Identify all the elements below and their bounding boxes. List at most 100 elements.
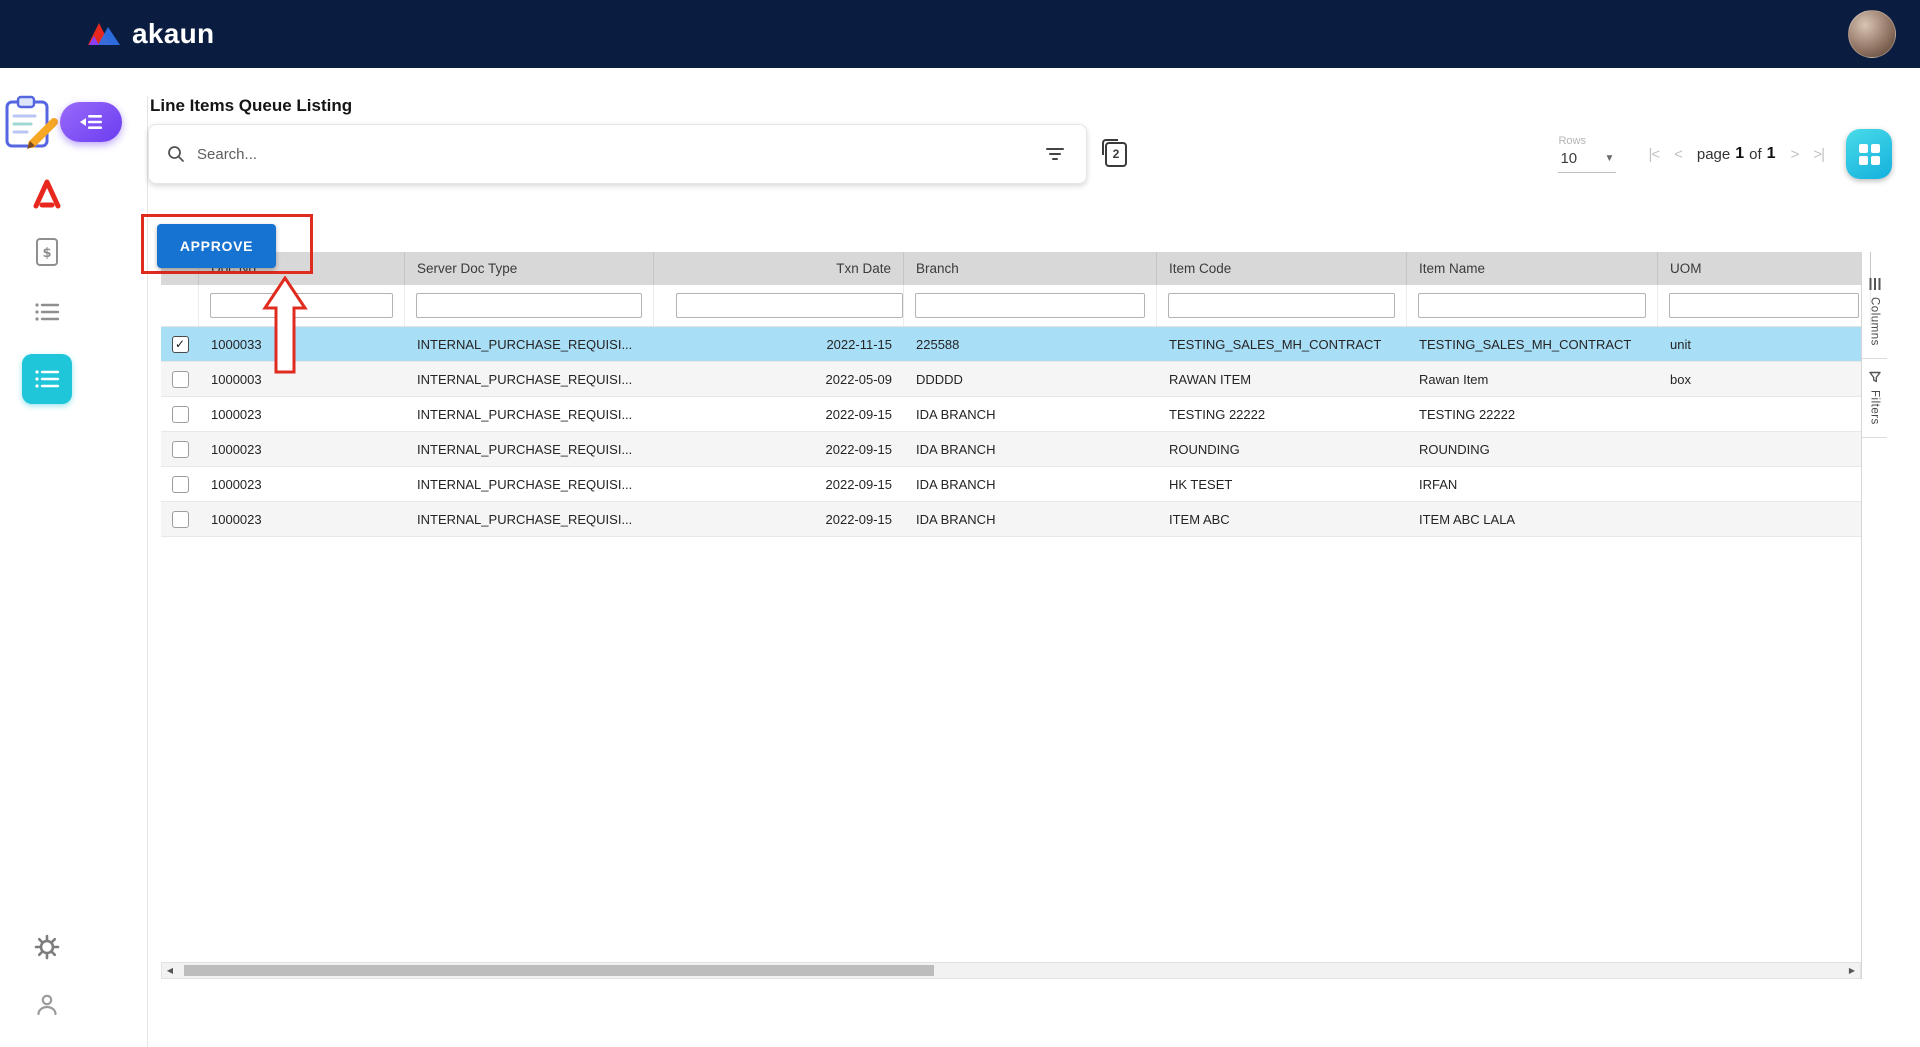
page-indicator: page 1 of 1	[1697, 145, 1776, 163]
pages-icon[interactable]: 2	[1105, 142, 1127, 167]
table-cell: DDDDD	[904, 362, 1157, 396]
checkbox-cell	[161, 467, 199, 501]
scrollbar-track[interactable]	[178, 963, 1844, 978]
table-empty-area	[161, 537, 1861, 962]
table-cell: ITEM ABC	[1157, 502, 1407, 536]
menu-pill-button[interactable]	[60, 102, 122, 142]
search-input[interactable]	[195, 145, 1032, 164]
page-total: 1	[1767, 145, 1776, 163]
table-cell: TESTING 22222	[1407, 397, 1658, 431]
row-checkbox[interactable]	[172, 511, 189, 528]
workspace-switcher[interactable]	[2, 94, 126, 156]
page-title: Line Items Queue Listing	[150, 96, 1892, 116]
search-icon	[167, 145, 185, 163]
table-cell: 1000023	[199, 397, 405, 431]
user-avatar[interactable]	[1848, 10, 1896, 58]
table-row[interactable]: 1000003INTERNAL_PURCHASE_REQUISI...2022-…	[161, 362, 1861, 397]
table-cell: IDA BRANCH	[904, 432, 1157, 466]
brand-logo-icon	[86, 19, 122, 49]
table-cell: 1000033	[199, 327, 405, 361]
filters-tab-label: Filters	[1869, 390, 1881, 425]
table-cell: 2022-09-15	[654, 397, 904, 431]
account-button[interactable]	[25, 983, 69, 1027]
side-panel-rail: Columns Filters	[1861, 252, 1887, 979]
topbar: akaun	[0, 0, 1920, 68]
table-row[interactable]: 1000023INTERNAL_PURCHASE_REQUISI...2022-…	[161, 432, 1861, 467]
settings-button[interactable]	[25, 925, 69, 969]
column-filter-input[interactable]	[416, 293, 642, 318]
filter-cell	[904, 285, 1157, 326]
filter-cell	[1658, 285, 1871, 326]
column-header[interactable]: UOM	[1658, 252, 1871, 285]
main-content: Line Items Queue Listing 2 Rows 10	[94, 68, 1920, 1047]
table-row[interactable]: 1000023INTERNAL_PURCHASE_REQUISI...2022-…	[161, 397, 1861, 432]
column-filter-input[interactable]	[676, 293, 903, 318]
row-checkbox[interactable]	[172, 371, 189, 388]
table-cell: 1000023	[199, 432, 405, 466]
scroll-left-arrow[interactable]: ◀	[162, 963, 178, 978]
table-cell: 1000003	[199, 362, 405, 396]
page-label: page	[1697, 146, 1730, 163]
table-row[interactable]: 1000023INTERNAL_PURCHASE_REQUISI...2022-…	[161, 502, 1861, 537]
sidebar-item-billing-app[interactable]: $	[25, 230, 69, 274]
sidebar-item-pdf-app[interactable]	[25, 172, 69, 216]
apps-grid-button[interactable]	[1846, 129, 1892, 179]
column-filter-input[interactable]	[210, 293, 393, 318]
table-cell: 2022-09-15	[654, 467, 904, 501]
table-cell: ROUNDING	[1157, 432, 1407, 466]
row-checkbox[interactable]	[172, 406, 189, 423]
column-filter-input[interactable]	[1418, 293, 1646, 318]
scrollbar-thumb[interactable]	[184, 965, 934, 976]
scroll-right-arrow[interactable]: ▶	[1844, 963, 1860, 978]
filter-cell	[654, 285, 904, 326]
row-checkbox[interactable]: ✓	[172, 336, 189, 353]
row-checkbox[interactable]	[172, 476, 189, 493]
table-cell: TESTING_SALES_MH_CONTRACT	[1407, 327, 1658, 361]
next-page-button[interactable]: >	[1791, 146, 1799, 163]
columns-panel-tab[interactable]: Columns	[1862, 266, 1887, 359]
last-page-button[interactable]: >|	[1813, 146, 1824, 163]
sidebar-item-queue-listing-active[interactable]	[22, 354, 72, 404]
table-row[interactable]: ✓1000033INTERNAL_PURCHASE_REQUISI...2022…	[161, 327, 1861, 362]
table-cell: 2022-09-15	[654, 502, 904, 536]
red-brand-icon	[30, 179, 64, 209]
brand-logo: akaun	[86, 18, 214, 50]
column-header[interactable]: Branch	[904, 252, 1157, 285]
rows-per-page-select[interactable]: 10 ▼	[1558, 149, 1616, 173]
prev-page-button[interactable]: <	[1674, 146, 1682, 163]
pages-icon-label: 2	[1113, 147, 1120, 161]
filters-panel-tab[interactable]: Filters	[1862, 359, 1887, 438]
first-page-button[interactable]: |<	[1648, 146, 1659, 163]
rows-per-page-control: Rows 10 ▼	[1558, 135, 1616, 173]
sidebar-item-listing-app[interactable]	[25, 290, 69, 334]
table-cell: RAWAN ITEM	[1157, 362, 1407, 396]
checkbox-cell	[161, 502, 199, 536]
table-cell: 1000023	[199, 467, 405, 501]
column-header[interactable]: Item Name	[1407, 252, 1658, 285]
table-cell: IDA BRANCH	[904, 397, 1157, 431]
invoice-dollar-icon: $	[34, 237, 60, 267]
column-filter-input[interactable]	[1669, 293, 1859, 318]
approve-button[interactable]: APPROVE	[157, 224, 276, 268]
column-header[interactable]: Item Code	[1157, 252, 1407, 285]
table-cell: TESTING 22222	[1157, 397, 1407, 431]
horizontal-scrollbar[interactable]: ◀ ▶	[161, 962, 1861, 979]
column-header[interactable]: Txn Date	[654, 252, 904, 285]
filter-icon[interactable]	[1042, 144, 1068, 164]
page-of-label: of	[1749, 146, 1762, 163]
table-cell: 225588	[904, 327, 1157, 361]
table-cell: ROUNDING	[1407, 432, 1658, 466]
search-box[interactable]	[148, 124, 1087, 184]
table-cell: 1000023	[199, 502, 405, 536]
column-header[interactable]: Server Doc Type	[405, 252, 654, 285]
table-row[interactable]: 1000023INTERNAL_PURCHASE_REQUISI...2022-…	[161, 467, 1861, 502]
table-cell: ITEM ABC LALA	[1407, 502, 1658, 536]
table-cell: Rawan Item	[1407, 362, 1658, 396]
table-cell: INTERNAL_PURCHASE_REQUISI...	[405, 362, 654, 396]
table-cell	[1658, 432, 1871, 466]
table-cell	[1658, 467, 1871, 501]
grid-icon	[1859, 144, 1880, 165]
column-filter-input[interactable]	[1168, 293, 1395, 318]
row-checkbox[interactable]	[172, 441, 189, 458]
column-filter-input[interactable]	[915, 293, 1145, 318]
